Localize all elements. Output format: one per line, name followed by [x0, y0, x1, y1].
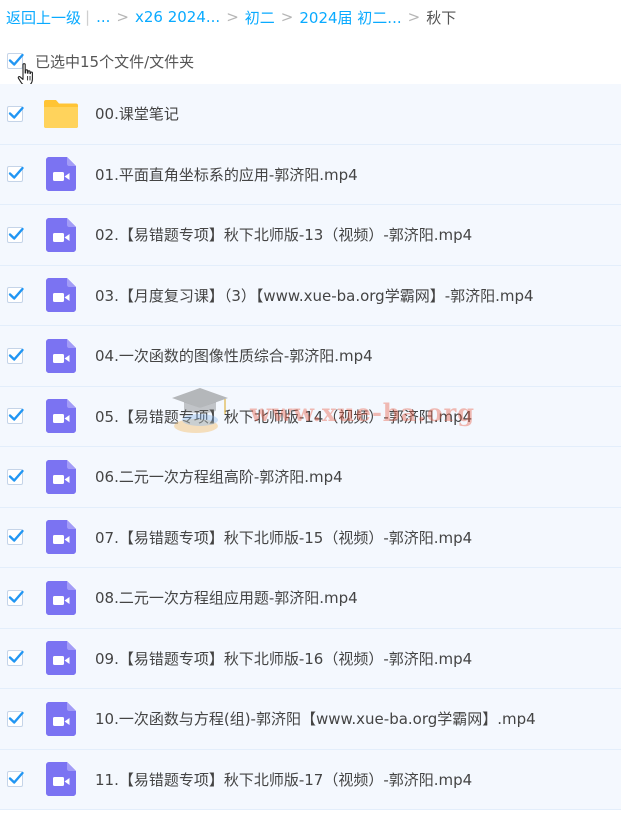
- file-name[interactable]: 02.【易错题专项】秋下北师版-13（视频）-郭济阳.mp4: [95, 224, 472, 245]
- file-list: 00.课堂笔记 01.平面直角坐标系的应用-郭济阳.mp4 02.【易错题专项】秋下…: [0, 84, 621, 810]
- breadcrumb-separator: >: [226, 8, 239, 26]
- file-row[interactable]: 10.一次函数与方程(组)-郭济阳【www.xue-ba.org学霸网】.mp4: [0, 689, 621, 750]
- check-icon: [8, 348, 24, 361]
- video-file-icon: [46, 278, 76, 313]
- file-type-icon: [43, 338, 79, 374]
- breadcrumb: 返回上一级 | ... > x26 2024... > 初二 > 2024届 初…: [6, 4, 456, 30]
- video-file-icon: [46, 701, 76, 736]
- breadcrumb-current: 秋下: [426, 8, 457, 27]
- breadcrumb-pipe: |: [85, 8, 91, 26]
- file-type-icon: [43, 96, 79, 132]
- file-name[interactable]: 09.【易错题专项】秋下北师版-16（视频）-郭济阳.mp4: [95, 648, 472, 669]
- file-type-icon: [43, 761, 79, 797]
- video-file-icon: [46, 217, 76, 252]
- file-type-icon: [43, 156, 79, 192]
- folder-icon: [44, 99, 78, 128]
- check-icon: [8, 651, 24, 663]
- check-icon: [8, 590, 24, 603]
- video-file-icon: [46, 580, 76, 615]
- video-file-icon: [46, 399, 76, 434]
- file-row[interactable]: 03.【月度复习课】（3）【www.xue-ba.org学霸网】-郭济阳.mp4: [0, 265, 621, 326]
- file-checkbox[interactable]: [7, 771, 24, 788]
- back-link[interactable]: 返回上一级: [6, 7, 81, 28]
- file-name[interactable]: 06.二元一次方程组高阶-郭济阳.mp4: [95, 466, 343, 487]
- breadcrumb-separator: >: [116, 8, 129, 26]
- check-icon: [8, 288, 24, 300]
- check-icon: [8, 167, 24, 179]
- check-icon: [8, 711, 24, 724]
- file-checkbox[interactable]: [7, 650, 24, 667]
- video-file-icon: [46, 338, 76, 373]
- breadcrumb-separator: >: [280, 8, 294, 26]
- breadcrumb-ellipsis[interactable]: ...: [96, 8, 110, 26]
- file-row[interactable]: 00.课堂笔记: [0, 84, 621, 145]
- check-icon: [8, 106, 24, 119]
- check-icon: [8, 227, 24, 240]
- check-icon: [8, 409, 24, 421]
- breadcrumb-separator: >: [407, 8, 421, 26]
- file-checkbox[interactable]: [7, 347, 24, 364]
- selection-count-label: 已选中15个文件/文件夹: [35, 52, 195, 71]
- video-file-icon: [46, 459, 76, 494]
- file-type-icon: [43, 277, 79, 313]
- file-name[interactable]: 07.【易错题专项】秋下北师版-15（视频）-郭济阳.mp4: [95, 527, 472, 548]
- file-row[interactable]: 06.二元一次方程组高阶-郭济阳.mp4: [0, 447, 621, 508]
- file-checkbox[interactable]: [7, 589, 24, 606]
- video-file-icon: [46, 520, 76, 555]
- file-checkbox[interactable]: [7, 226, 24, 243]
- file-row[interactable]: 05.【易错题专项】秋下北师版-14（视频）-郭济阳.mp4: [0, 386, 621, 447]
- file-name[interactable]: 08.二元一次方程组应用题-郭济阳.mp4: [95, 587, 358, 608]
- file-row[interactable]: 08.二元一次方程组应用题-郭济阳.mp4: [0, 568, 621, 629]
- file-name[interactable]: 03.【月度复习课】（3）【www.xue-ba.org学霸网】-郭济阳.mp4: [95, 285, 534, 306]
- file-type-icon: [43, 459, 79, 495]
- file-checkbox[interactable]: [7, 105, 24, 122]
- file-checkbox[interactable]: [7, 408, 24, 425]
- file-type-icon: [43, 640, 79, 676]
- breadcrumb-crumb[interactable]: 2024届 初二...: [299, 7, 401, 28]
- file-row[interactable]: 01.平面直角坐标系的应用-郭济阳.mp4: [0, 144, 621, 205]
- file-row[interactable]: 09.【易错题专项】秋下北师版-16（视频）-郭济阳.mp4: [0, 628, 621, 689]
- check-icon: [8, 772, 24, 784]
- file-type-icon: [43, 580, 79, 616]
- check-icon: [8, 530, 24, 542]
- file-checkbox[interactable]: [7, 166, 24, 183]
- file-row[interactable]: 07.【易错题专项】秋下北师版-15（视频）-郭济阳.mp4: [0, 507, 621, 568]
- video-file-icon: [46, 157, 76, 192]
- file-checkbox[interactable]: [7, 710, 24, 727]
- file-name[interactable]: 00.课堂笔记: [95, 103, 179, 124]
- file-name[interactable]: 04.一次函数的图像性质综合-郭济阳.mp4: [95, 345, 373, 366]
- file-type-icon: [43, 398, 79, 434]
- file-checkbox[interactable]: [7, 287, 24, 304]
- file-name[interactable]: 01.平面直角坐标系的应用-郭济阳.mp4: [95, 164, 358, 185]
- file-name[interactable]: 10.一次函数与方程(组)-郭济阳【www.xue-ba.org学霸网】.mp4: [95, 708, 536, 729]
- file-name[interactable]: 11.【易错题专项】秋下北师版-17（视频）-郭济阳.mp4: [95, 769, 472, 790]
- selection-bar: 已选中15个文件/文件夹: [0, 44, 621, 78]
- video-file-icon: [46, 641, 76, 676]
- file-row[interactable]: 04.一次函数的图像性质综合-郭济阳.mp4: [0, 326, 621, 387]
- file-name[interactable]: 05.【易错题专项】秋下北师版-14（视频）-郭济阳.mp4: [95, 406, 472, 427]
- file-type-icon: [43, 217, 79, 253]
- file-type-icon: [43, 701, 79, 737]
- breadcrumb-crumb[interactable]: 初二: [245, 7, 275, 28]
- file-row[interactable]: 11.【易错题专项】秋下北师版-17（视频）-郭济阳.mp4: [0, 749, 621, 810]
- file-checkbox[interactable]: [7, 468, 24, 485]
- video-file-icon: [46, 762, 76, 797]
- file-browser: 返回上一级 | ... > x26 2024... > 初二 > 2024届 初…: [0, 0, 621, 825]
- breadcrumb-crumb[interactable]: x26 2024...: [135, 8, 220, 26]
- file-type-icon: [43, 519, 79, 555]
- file-row[interactable]: 02.【易错题专项】秋下北师版-13（视频）-郭济阳.mp4: [0, 205, 621, 266]
- check-icon: [8, 469, 24, 482]
- file-checkbox[interactable]: [7, 529, 24, 546]
